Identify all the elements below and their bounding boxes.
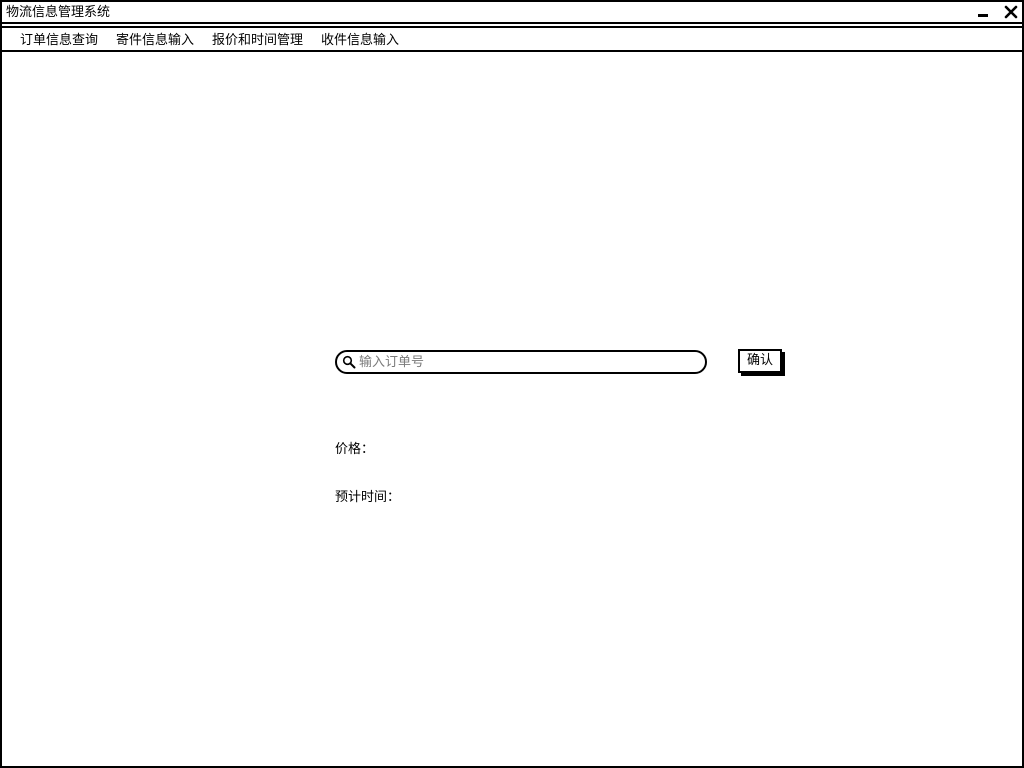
- minimize-button[interactable]: [974, 4, 992, 20]
- menu-item-order-query[interactable]: 订单信息查询: [20, 33, 98, 49]
- app-window: 物流信息管理系统 订单信息查询 寄件信息输入 报价和时间管理 收件信息输入 确认…: [0, 0, 1024, 768]
- confirm-button[interactable]: 确认: [738, 349, 782, 373]
- menu-bar: 订单信息查询 寄件信息输入 报价和时间管理 收件信息输入: [2, 26, 1022, 52]
- close-icon: [1004, 5, 1018, 19]
- price-label: 价格：: [335, 442, 375, 457]
- search-box[interactable]: [335, 350, 707, 374]
- menu-item-sender-input[interactable]: 寄件信息输入: [116, 33, 194, 49]
- order-number-input[interactable]: [357, 353, 699, 371]
- search-icon: [342, 355, 356, 369]
- title-bar: 物流信息管理系统: [2, 2, 1022, 24]
- estimated-time-label: 预计时间：: [335, 490, 401, 505]
- close-button[interactable]: [1002, 4, 1020, 20]
- minimize-icon: [978, 14, 988, 17]
- menu-item-price-time[interactable]: 报价和时间管理: [212, 33, 303, 49]
- window-title: 物流信息管理系统: [6, 5, 111, 20]
- main-content: 确认 价格： 预计时间：: [2, 52, 1022, 766]
- menu-item-receiver-input[interactable]: 收件信息输入: [321, 33, 399, 49]
